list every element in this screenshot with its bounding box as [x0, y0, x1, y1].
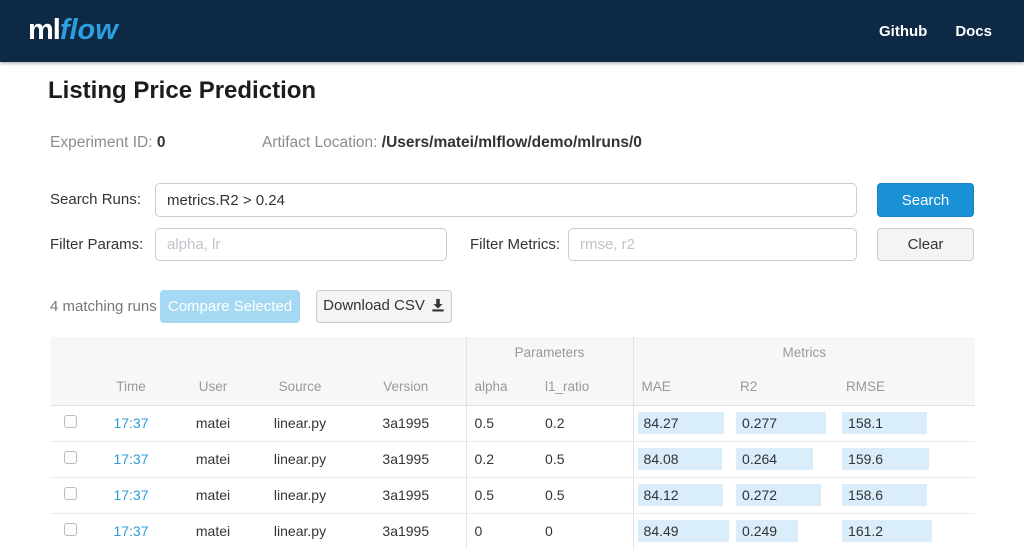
run-version: 3a1995	[346, 477, 467, 514]
artifact-location-label: Artifact Location:	[262, 134, 378, 151]
column-header-r2: R2	[732, 368, 839, 406]
run-source: linear.py	[254, 441, 346, 478]
download-csv-button[interactable]: Download CSV	[316, 290, 452, 323]
run-checkbox[interactable]	[63, 523, 77, 536]
mlflow-logo[interactable]: mlflow	[28, 14, 118, 47]
metric-bar-rmse: 161.2	[842, 520, 933, 542]
table-column-header-row: Time User Source Version alpha l1_ratio …	[50, 368, 976, 406]
run-l1-ratio: 0.2	[530, 405, 634, 442]
download-icon	[431, 298, 445, 316]
run-source: linear.py	[254, 513, 346, 549]
group-header-metrics: Metrics	[632, 337, 976, 368]
column-header-rmse: RMSE	[838, 368, 976, 406]
run-source: linear.py	[254, 405, 346, 442]
experiment-id-label: Experiment ID:	[50, 134, 153, 151]
metric-bar-mae: 84.27	[637, 412, 724, 434]
metric-bar-rmse: 159.6	[842, 448, 930, 470]
run-l1-ratio: 0	[530, 513, 634, 549]
metric-bar-rmse: 158.1	[842, 412, 928, 434]
clear-button[interactable]: Clear	[877, 228, 974, 261]
filter-metrics-input[interactable]	[568, 228, 857, 261]
run-time-link[interactable]: 17:37	[113, 415, 148, 431]
run-user: matei	[172, 405, 254, 442]
filter-params-label: Filter Params:	[50, 236, 144, 253]
group-header-parameters: Parameters	[465, 337, 634, 368]
run-version: 3a1995	[346, 441, 467, 478]
metric-bar-mae: 84.08	[637, 448, 722, 470]
filter-params-input[interactable]	[155, 228, 447, 261]
experiment-id: Experiment ID: 0	[50, 134, 165, 152]
column-header-version: Version	[346, 368, 467, 406]
runs-tbody: 17:37 matei linear.py 3a1995 0.5 0.2 84.27 0.27…	[50, 405, 976, 549]
table-row: 17:37 matei linear.py 3a1995 0.5 0.5 84.12 0.27…	[50, 477, 976, 514]
nav-link-docs[interactable]: Docs	[955, 23, 992, 40]
filter-metrics-label: Filter Metrics:	[470, 236, 560, 253]
run-checkbox[interactable]	[63, 415, 77, 428]
navbar: mlflow Github Docs	[0, 0, 1024, 62]
nav-links: Github Docs	[879, 0, 992, 62]
column-header-l1-ratio: l1_ratio	[530, 368, 634, 406]
run-alpha: 0.5	[465, 477, 531, 514]
run-user: matei	[172, 441, 254, 478]
artifact-location: Artifact Location: /Users/matei/mlflow/d…	[262, 134, 642, 152]
run-alpha: 0.5	[465, 405, 531, 442]
metric-bar-r2: 0.272	[736, 484, 822, 506]
metric-bar-mae: 84.49	[637, 520, 729, 542]
artifact-location-value: /Users/matei/mlflow/demo/mlruns/0	[381, 134, 642, 151]
logo-ml-text: ml	[28, 14, 61, 46]
column-header-mae: MAE	[632, 368, 733, 406]
table-row: 17:37 matei linear.py 3a1995 0 0 84.49 0.249 161…	[50, 513, 976, 549]
run-user: matei	[172, 477, 254, 514]
run-alpha: 0.2	[465, 441, 531, 478]
page-title: Listing Price Prediction	[48, 77, 317, 104]
run-time-link[interactable]: 17:37	[113, 451, 148, 467]
run-time-link[interactable]: 17:37	[113, 523, 148, 539]
nav-link-github[interactable]: Github	[879, 23, 927, 40]
run-l1-ratio: 0.5	[530, 441, 634, 478]
run-alpha: 0	[465, 513, 531, 549]
column-header-user: User	[172, 368, 254, 406]
experiment-id-value: 0	[156, 134, 166, 151]
metric-bar-r2: 0.277	[736, 412, 827, 434]
matching-runs-count: 4 matching runs	[50, 298, 157, 315]
metric-bar-r2: 0.264	[736, 448, 814, 470]
logo-flow-text: flow	[59, 14, 118, 46]
metric-bar-mae: 84.12	[637, 484, 723, 506]
run-source: linear.py	[254, 477, 346, 514]
search-button[interactable]: Search	[877, 183, 974, 217]
runs-table: Parameters Metrics Time User Source Vers…	[50, 337, 976, 549]
run-checkbox[interactable]	[63, 451, 77, 464]
search-runs-input[interactable]	[155, 183, 857, 217]
mlflow-experiment-page: mlflow Github Docs Listing Price Predict…	[0, 0, 1024, 549]
run-version: 3a1995	[346, 405, 467, 442]
run-version: 3a1995	[346, 513, 467, 549]
run-time-link[interactable]: 17:37	[113, 487, 148, 503]
compare-selected-button[interactable]: Compare Selected	[160, 290, 300, 323]
run-l1-ratio: 0.5	[530, 477, 634, 514]
column-header-alpha: alpha	[465, 368, 531, 406]
metric-bar-r2: 0.249	[736, 520, 799, 542]
column-header-time: Time	[90, 368, 172, 406]
table-row: 17:37 matei linear.py 3a1995 0.2 0.5 84.08 0.26…	[50, 441, 976, 478]
table-group-header-row: Parameters Metrics	[50, 337, 976, 368]
run-checkbox[interactable]	[63, 487, 77, 500]
metric-bar-rmse: 158.6	[842, 484, 928, 506]
search-runs-label: Search Runs:	[50, 191, 141, 208]
run-user: matei	[172, 513, 254, 549]
column-header-source: Source	[254, 368, 346, 406]
download-csv-label: Download CSV	[323, 297, 425, 314]
table-row: 17:37 matei linear.py 3a1995 0.5 0.2 84.27 0.27…	[50, 405, 976, 442]
